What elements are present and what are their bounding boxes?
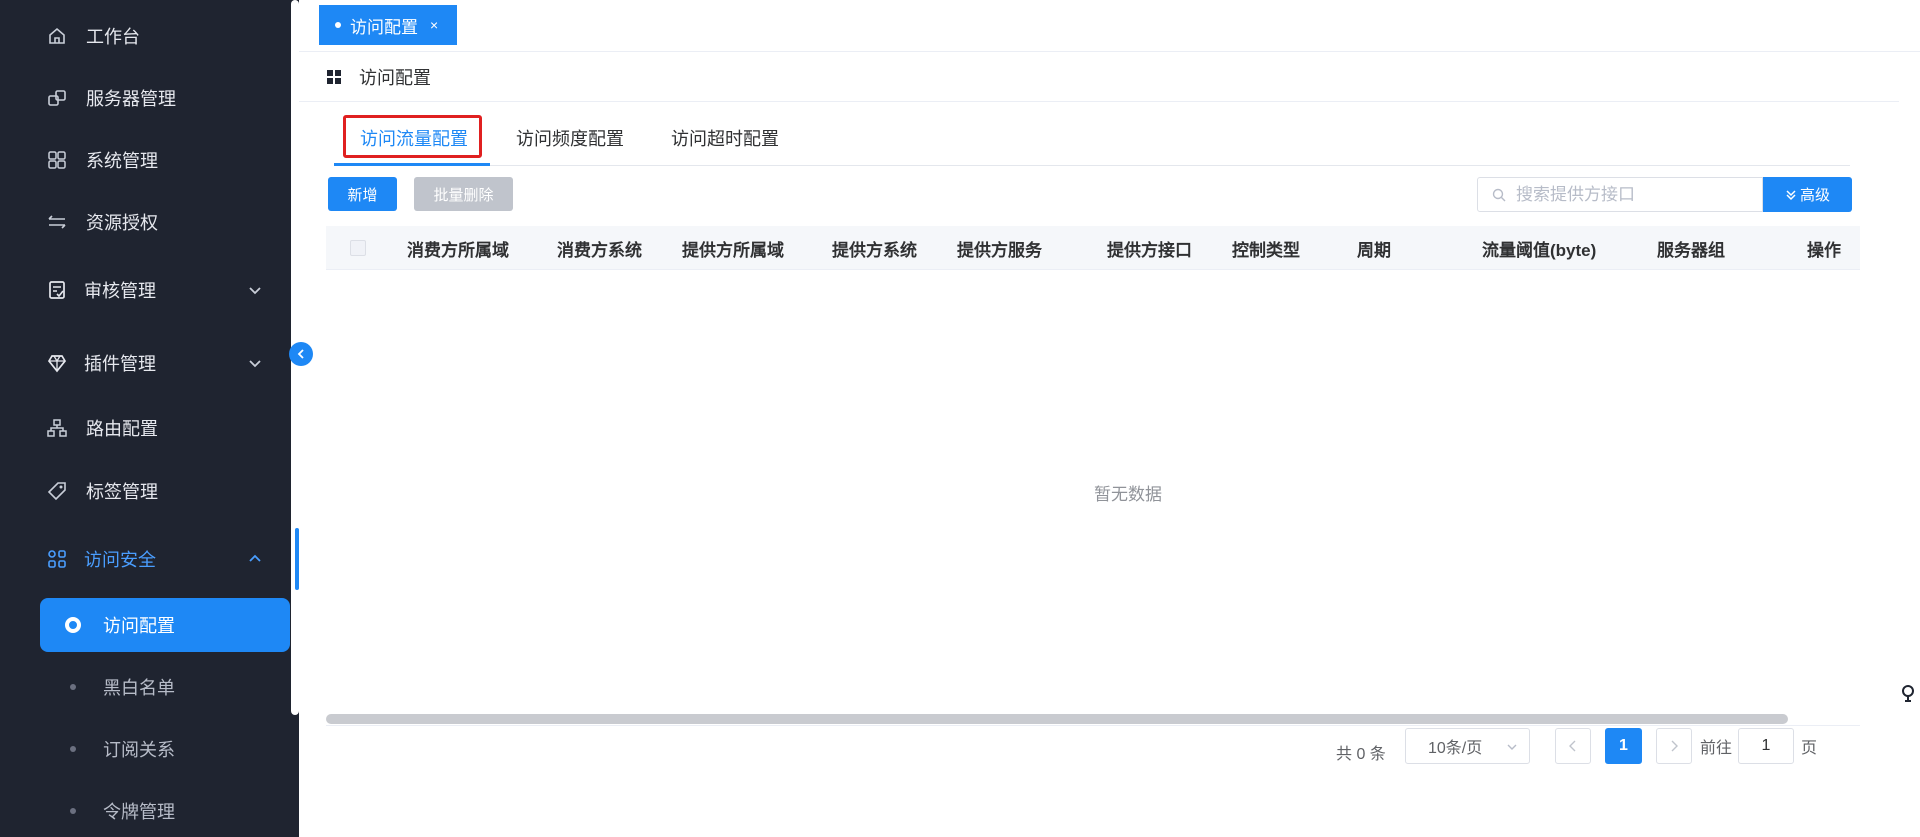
sidebar-item-system-management[interactable]: 系统管理 bbox=[0, 132, 299, 188]
horizontal-scrollbar[interactable] bbox=[326, 714, 1788, 724]
column-header[interactable]: 提供方服务 bbox=[957, 226, 1042, 270]
tag-icon bbox=[47, 481, 67, 501]
sidebar-item-tag-management[interactable]: 标签管理 bbox=[0, 463, 299, 519]
tab-access-timeout-config[interactable]: 访问超时配置 bbox=[671, 112, 779, 164]
breadcrumb: 访问配置 bbox=[299, 52, 1899, 102]
grid-icon bbox=[327, 69, 341, 84]
sidebar-subitem-label: 令牌管理 bbox=[103, 802, 175, 822]
sidebar-item-label: 标签管理 bbox=[86, 482, 158, 502]
sidebar: 工作台 服务器管理 系统管理 资源授权 审核管理 插件管理 路由配置 标签管理 … bbox=[0, 0, 299, 837]
sidebar-item-label: 路由配置 bbox=[86, 419, 158, 439]
column-header[interactable]: 消费方系统 bbox=[557, 226, 642, 270]
search-icon bbox=[1492, 188, 1506, 202]
chevron-left-icon bbox=[1569, 740, 1576, 752]
page-size-select[interactable]: 10条/页 bbox=[1405, 728, 1530, 764]
active-tab-underline bbox=[334, 163, 490, 166]
goto-label: 前往 bbox=[1700, 740, 1733, 757]
advanced-search-button[interactable]: 高级 bbox=[1763, 177, 1852, 212]
sidebar-subitem-label: 访问配置 bbox=[103, 616, 175, 636]
sidebar-item-server-management[interactable]: 服务器管理 bbox=[0, 70, 299, 126]
chevron-right-icon bbox=[1671, 740, 1678, 752]
sidebar-item-audit-management[interactable]: 审核管理 bbox=[0, 262, 299, 318]
sidebar-item-access-security[interactable]: 访问安全 bbox=[0, 531, 299, 587]
column-header[interactable]: 周期 bbox=[1357, 226, 1391, 270]
lightbulb-icon[interactable] bbox=[1901, 684, 1915, 704]
search-box bbox=[1477, 177, 1763, 212]
prev-page-button[interactable] bbox=[1555, 728, 1591, 764]
route-icon bbox=[47, 418, 67, 438]
pagination-total: 共 0 条 bbox=[1336, 746, 1386, 763]
sidebar-item-label: 工作台 bbox=[86, 27, 140, 47]
sidebar-item-plugin-management[interactable]: 插件管理 bbox=[0, 335, 299, 391]
sidebar-item-route-config[interactable]: 路由配置 bbox=[0, 400, 299, 456]
column-header[interactable]: 提供方接口 bbox=[1107, 226, 1192, 270]
chevron-down-icon bbox=[1507, 744, 1517, 750]
sidebar-item-resource-auth[interactable]: 资源授权 bbox=[0, 194, 299, 250]
swap-icon bbox=[47, 212, 67, 232]
config-tabs: 访问流量配置 访问频度配置 访问超时配置 bbox=[334, 112, 1850, 166]
active-indicator bbox=[295, 528, 299, 590]
table-header: 消费方所属域 消费方系统 提供方所属域 提供方系统 提供方服务 提供方接口 控制… bbox=[326, 226, 1860, 270]
diamond-icon bbox=[47, 353, 67, 373]
server-icon bbox=[47, 88, 67, 108]
sidebar-subitem-label: 订阅关系 bbox=[103, 740, 175, 760]
column-header[interactable]: 服务器组 bbox=[1657, 226, 1725, 270]
empty-state-text: 暂无数据 bbox=[1094, 485, 1162, 504]
sidebar-subitem-black-white-list[interactable]: 黑白名单 bbox=[0, 660, 299, 714]
search-input[interactable] bbox=[1516, 181, 1756, 208]
select-all-checkbox[interactable] bbox=[350, 240, 366, 256]
sidebar-subitem-token-management[interactable]: 令牌管理 bbox=[0, 784, 299, 837]
security-icon bbox=[47, 549, 67, 569]
chevron-left-icon bbox=[297, 349, 304, 359]
double-chevron-down-icon bbox=[1786, 189, 1796, 200]
next-page-button[interactable] bbox=[1656, 728, 1692, 764]
bullet-icon bbox=[70, 808, 76, 814]
page-title: 访问配置 bbox=[359, 67, 431, 88]
column-header[interactable]: 流量阈值(byte) bbox=[1482, 226, 1596, 270]
chevron-down-icon bbox=[249, 360, 261, 368]
divider bbox=[326, 725, 1860, 726]
bullet-icon bbox=[70, 684, 76, 690]
page-tab-label: 访问配置 bbox=[350, 17, 418, 37]
bullet-icon bbox=[70, 746, 76, 752]
sidebar-item-label: 系统管理 bbox=[86, 151, 158, 171]
sidebar-subitem-access-config[interactable]: 访问配置 bbox=[40, 598, 290, 652]
add-button[interactable]: 新增 bbox=[328, 177, 397, 211]
chevron-up-icon bbox=[249, 554, 261, 562]
sidebar-item-label: 服务器管理 bbox=[86, 89, 176, 109]
column-header[interactable]: 提供方所属域 bbox=[682, 226, 784, 270]
page-tab-bar: 访问配置 × bbox=[299, 0, 1920, 52]
tab-access-traffic-config[interactable]: 访问流量配置 bbox=[360, 112, 468, 164]
sidebar-item-workbench[interactable]: 工作台 bbox=[0, 8, 299, 64]
tab-access-frequency-config[interactable]: 访问频度配置 bbox=[516, 112, 624, 164]
chevron-down-icon bbox=[249, 287, 261, 295]
column-header[interactable]: 操作 bbox=[1807, 226, 1841, 270]
page-suffix-label: 页 bbox=[1801, 740, 1818, 757]
page-tab-access-config[interactable]: 访问配置 × bbox=[319, 5, 457, 45]
advanced-label: 高级 bbox=[1799, 187, 1830, 204]
sidebar-subitem-label: 黑白名单 bbox=[103, 678, 175, 698]
collapse-sidebar-button[interactable] bbox=[289, 342, 313, 366]
audit-icon bbox=[47, 280, 67, 300]
home-icon bbox=[47, 26, 67, 46]
sidebar-item-label: 插件管理 bbox=[84, 354, 156, 374]
sidebar-item-label: 访问安全 bbox=[84, 550, 156, 570]
sidebar-item-label: 资源授权 bbox=[86, 213, 158, 233]
goto-page-input[interactable] bbox=[1738, 728, 1794, 764]
sidebar-item-label: 审核管理 bbox=[84, 281, 156, 301]
sidebar-subitem-subscription[interactable]: 订阅关系 bbox=[0, 722, 299, 776]
bullet-icon bbox=[335, 22, 341, 28]
column-header[interactable]: 控制类型 bbox=[1232, 226, 1300, 270]
batch-delete-button[interactable]: 批量删除 bbox=[414, 177, 513, 211]
page-number-button[interactable]: 1 bbox=[1605, 728, 1642, 764]
radio-dot-icon bbox=[65, 617, 81, 633]
column-header[interactable]: 提供方系统 bbox=[832, 226, 917, 270]
grid-icon bbox=[47, 150, 67, 170]
close-icon[interactable]: × bbox=[430, 17, 438, 33]
column-header[interactable]: 消费方所属域 bbox=[407, 226, 509, 270]
page-size-value: 10条/页 bbox=[1428, 740, 1483, 757]
